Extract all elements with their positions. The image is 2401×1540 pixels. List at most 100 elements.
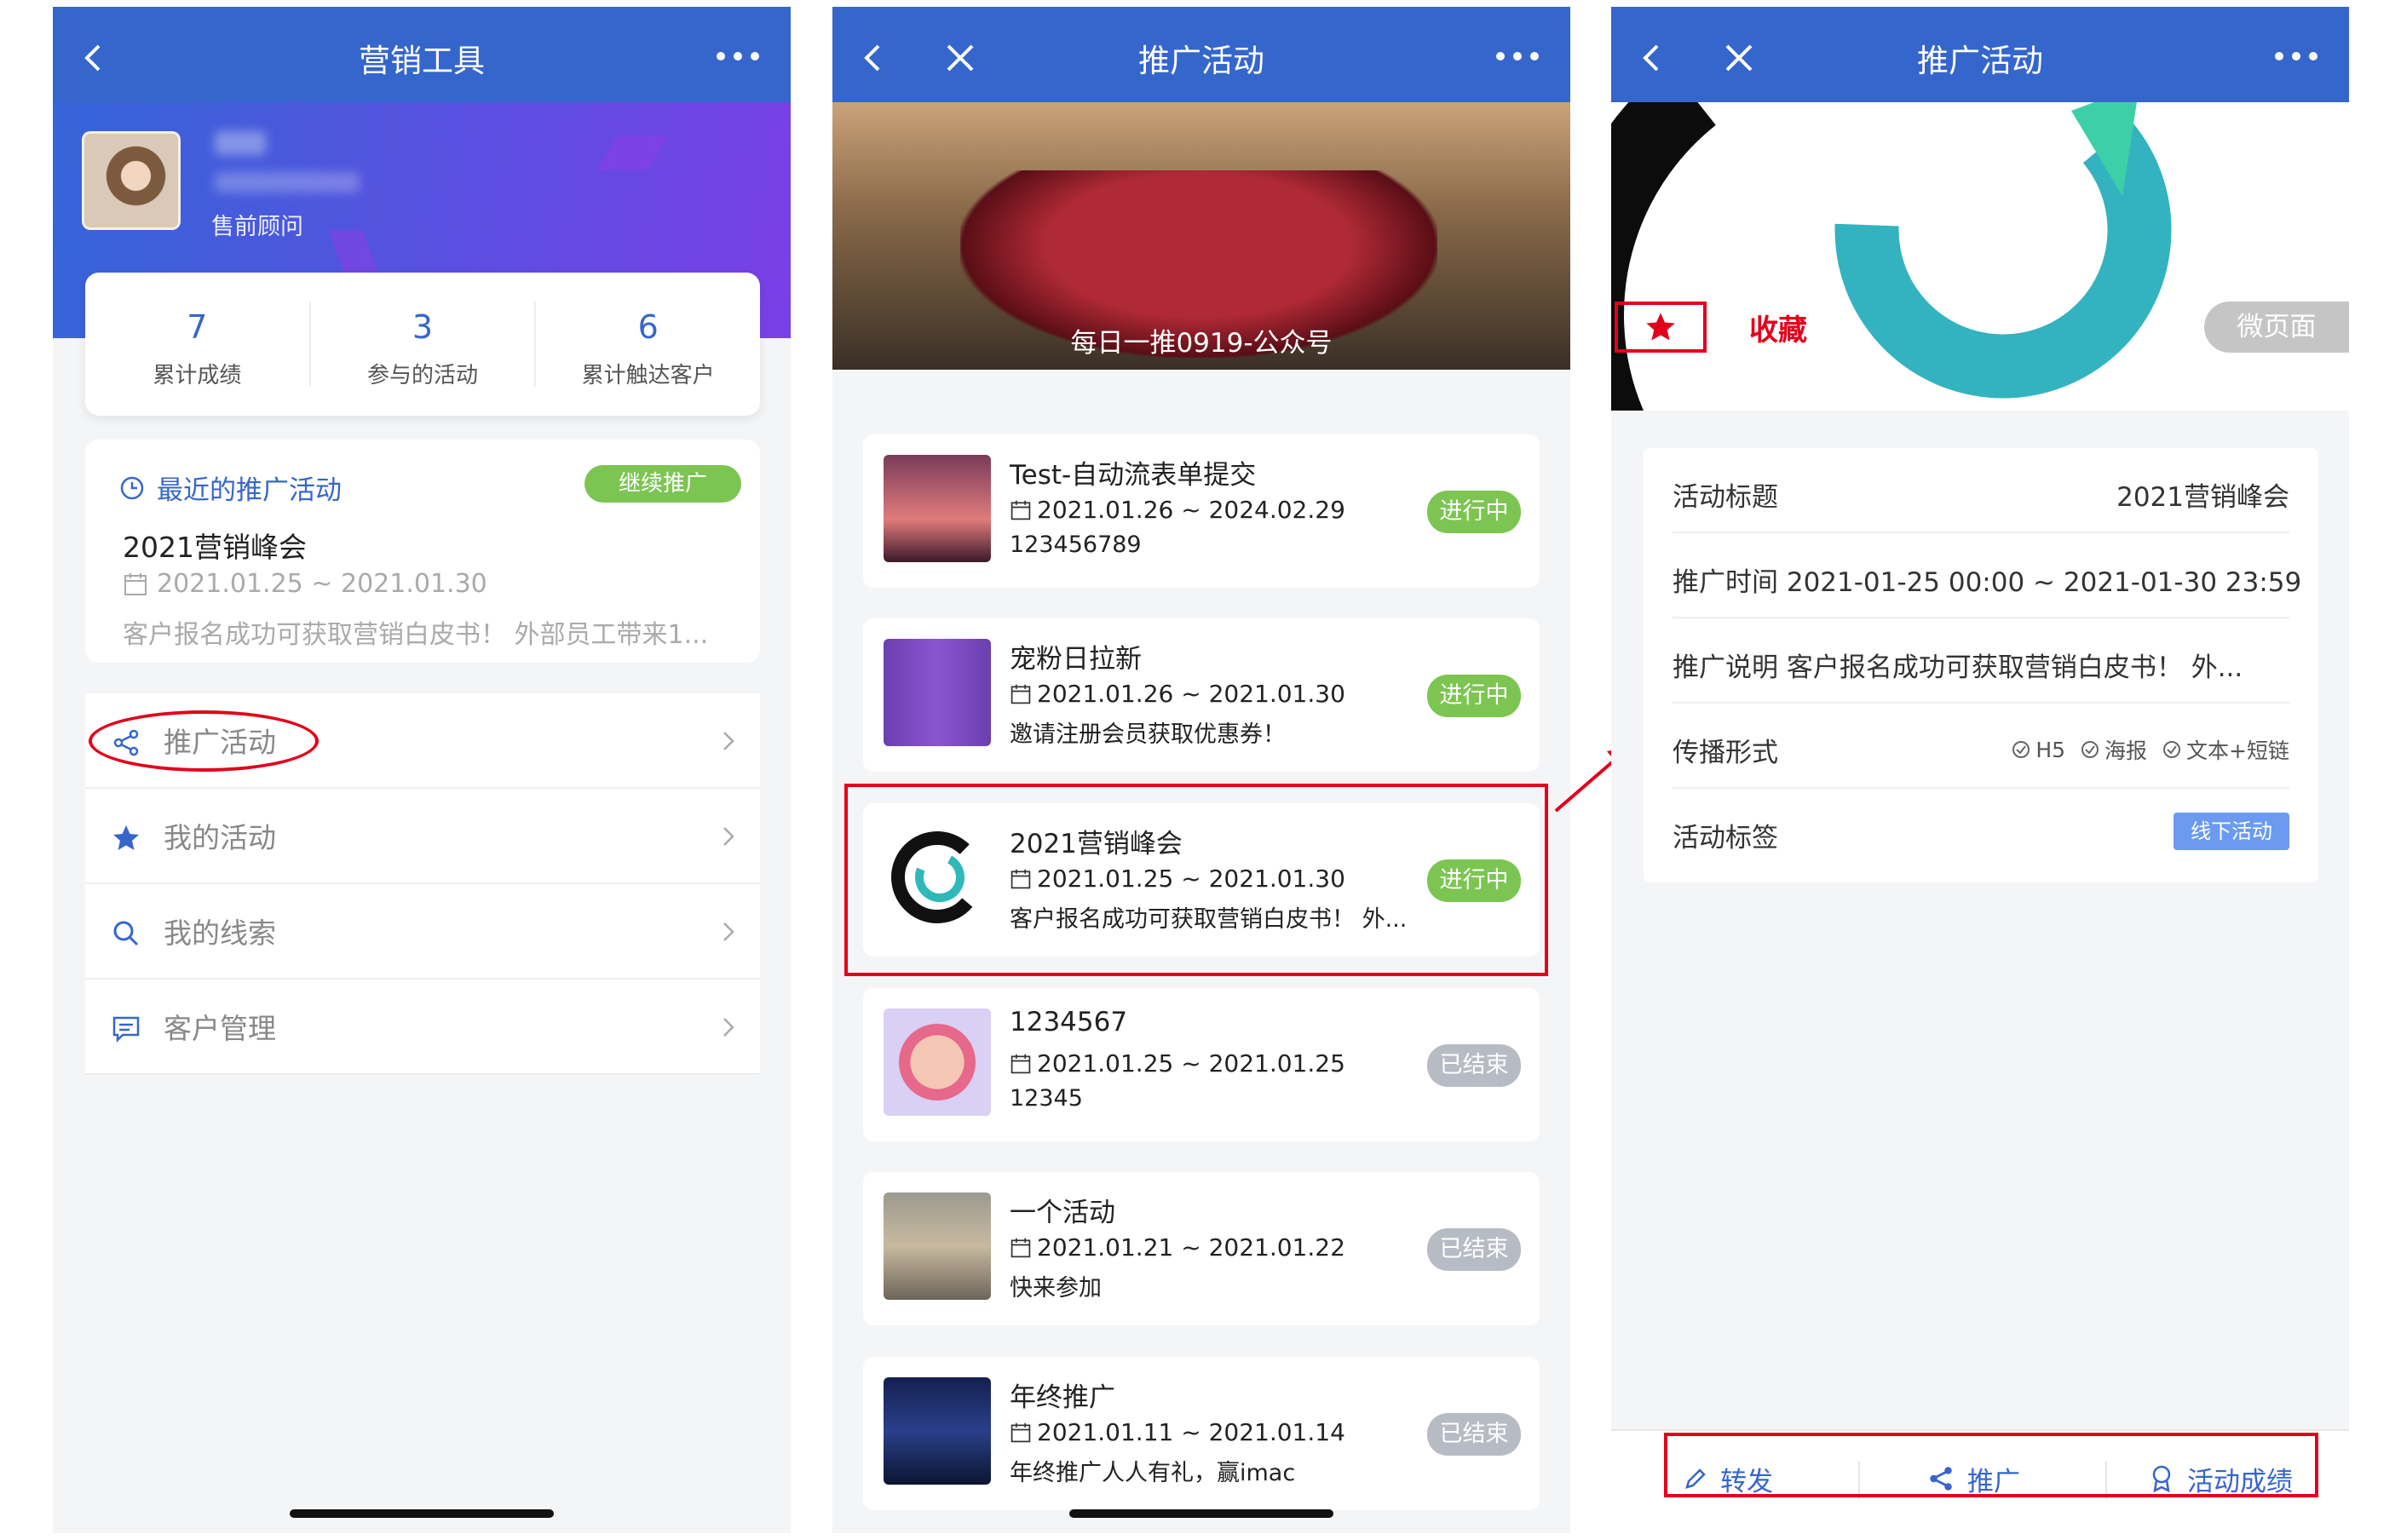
detail-row-title: 活动标题 2021营销峰会 [1673,448,2289,533]
format-list: H5 海报 文本+短链 [2012,734,2289,765]
home-indicator [1069,1509,1333,1518]
recent-heading: 最近的推广活动 [119,468,342,507]
calendar-icon [1010,684,1031,704]
stat-results[interactable]: 7 累计成绩 [85,302,311,388]
status-badge: 已结束 [1427,1413,1521,1456]
recent-date: 2021.01.25 ~ 2021.01.30 [123,569,487,599]
calendar-icon [1010,500,1031,520]
activity-thumbnail [884,455,991,562]
calendar-icon [1010,1054,1031,1073]
menu-item-promotion[interactable]: 推广活动 [85,693,760,789]
stats-card: 7 累计成绩 3 参与的活动 6 累计触达客户 [85,273,760,416]
stat-value: 6 [637,308,659,346]
menu-list: 推广活动 我的活动 我的线索 客户管理 [85,693,760,1075]
calendar-icon [124,572,147,595]
format-label: 文本+短链 [2186,738,2289,763]
detail-value: 2021营销峰会 [2116,482,2289,513]
check-circle-icon [2012,741,2030,758]
activity-date: 2021.01.21 ~ 2021.01.22 [1010,1233,1345,1261]
highlight-box [844,784,1548,976]
more-icon[interactable] [2272,46,2320,66]
activity-date: 2021.01.26 ~ 2024.02.29 [1010,496,1345,524]
detail-key: 活动标题 [1673,482,1778,513]
detail-time: 推广时间 2021-01-25 00:00 ~ 2021-01-30 23:59 [1673,567,2302,598]
user-desc [215,172,360,192]
menu-label: 我的线索 [164,917,276,950]
menu-item-customers[interactable]: 客户管理 [85,980,760,1075]
recent-name: 2021营销峰会 [123,531,307,564]
highlight-oval [89,710,319,772]
detail-row-desc: 推广说明 客户报名成功可获取营销白皮书！ 外... [1673,618,2289,704]
chevron-right-icon [723,732,734,750]
avatar[interactable] [82,131,181,230]
star-icon [113,825,139,850]
check-circle-icon [2081,741,2099,758]
activity-card[interactable]: 年终推广 2021.01.11 ~ 2021.01.14 年终推广人人有礼，赢i… [863,1357,1540,1510]
menu-item-my-leads[interactable]: 我的线索 [85,884,760,980]
status-badge: 进行中 [1427,491,1521,533]
more-icon[interactable] [1494,46,1541,66]
format-label: 海报 [2104,738,2148,763]
star-icon [1646,313,1675,341]
activity-cover [1611,102,2349,411]
favorite-label: 收藏 [1749,313,1807,348]
activity-thumbnail [884,1008,991,1116]
status-badge: 已结束 [1427,1044,1521,1087]
activity-date-text: 2021.01.26 ~ 2021.01.30 [1037,680,1345,708]
stat-customers[interactable]: 6 累计触达客户 [536,302,760,388]
activity-date-text: 2021.01.26 ~ 2024.02.29 [1037,496,1345,524]
activity-card[interactable]: 一个活动 2021.01.21 ~ 2021.01.22 快来参加 已结束 [863,1172,1540,1325]
activity-card[interactable]: Test-自动流表单提交 2021.01.26 ~ 2024.02.29 123… [863,434,1540,588]
favorite-button[interactable] [1615,302,1707,353]
detail-key: 传播形式 [1673,738,1778,768]
menu-item-my-activities[interactable]: 我的活动 [85,789,760,884]
activity-desc: 邀请注册会员获取优惠券！ [1010,721,1286,748]
activity-date: 2021.01.25 ~ 2021.01.25 [1010,1049,1345,1077]
status-badge: 进行中 [1427,675,1521,717]
activity-date-text: 2021.01.25 ~ 2021.01.25 [1037,1049,1345,1077]
promotion-list-screen: 推广活动 每日一推0919-公众号 Test-自动流表单提交 2021.01.2… [832,7,1570,1533]
continue-promote-button[interactable]: 继续推广 [584,465,741,503]
detail-row-tag: 活动标签 线下活动 [1673,789,2289,874]
activity-date: 2021.01.26 ~ 2021.01.30 [1010,680,1345,708]
chevron-right-icon [723,827,734,846]
stat-label: 累计触达客户 [581,363,715,388]
recent-activity-card[interactable]: 最近的推广活动 继续推广 2021营销峰会 2021.01.25 ~ 2021.… [85,440,760,663]
format-option: 文本+短链 [2162,734,2289,765]
stat-value: 3 [412,308,434,346]
bottom-action-bar: 转发 推广 活动成绩 [1611,1429,2349,1533]
activity-date: 2021.01.11 ~ 2021.01.14 [1010,1418,1345,1446]
stat-label: 累计成绩 [153,363,242,388]
stat-activities[interactable]: 3 参与的活动 [311,302,537,388]
calendar-icon [1010,1238,1031,1257]
detail-row-time: 推广时间 2021-01-25 00:00 ~ 2021-01-30 23:59 [1673,533,2301,618]
home-indicator [290,1509,554,1518]
activity-date-text: 2021.01.11 ~ 2021.01.14 [1037,1418,1345,1446]
promotion-detail-screen: 推广活动 收藏 微页面 活动标题 2021营销峰会 推广时间 2021-01-25… [1611,7,2349,1533]
activity-thumbnail [884,1377,991,1485]
menu-label: 客户管理 [164,1012,276,1045]
detail-row-format: 传播形式 H5 海报 文本+短链 [1673,704,2289,789]
featured-banner[interactable]: 每日一推0919-公众号 [832,102,1570,370]
format-option: H5 [2012,734,2065,765]
activity-card[interactable]: 1234567 2021.01.25 ~ 2021.01.25 12345 已结… [863,988,1540,1141]
user-role: 售前顾问 [211,214,303,240]
nav-bar: 推广活动 [832,7,1570,102]
more-icon[interactable] [714,46,762,66]
detail-key: 活动标签 [1673,823,1778,853]
activity-desc: 12345 [1010,1085,1083,1112]
recent-heading-text: 最近的推广活动 [157,475,342,506]
marketing-tools-screen: 营销工具 售前顾问 7 累计成绩 3 参与的活动 6 累计触达客户 最近的推广活动 继… [53,7,791,1533]
recent-date-text: 2021.01.25 ~ 2021.01.30 [157,569,487,599]
page-title: 营销工具 [359,43,485,79]
user-name [215,131,266,155]
activity-name: 宠粉日拉新 [1010,644,1142,675]
activity-name: 1234567 [1010,1007,1128,1037]
stat-label: 参与的活动 [367,363,479,388]
activity-name: Test-自动流表单提交 [1010,460,1257,491]
activity-name: 一个活动 [1010,1198,1115,1228]
micro-page-button[interactable]: 微页面 [2204,302,2349,353]
detail-desc: 推广说明 客户报名成功可获取营销白皮书！ 外... [1673,652,2243,683]
activity-card[interactable]: 宠粉日拉新 2021.01.26 ~ 2021.01.30 邀请注册会员获取优惠… [863,618,1540,772]
activity-thumbnail [884,639,991,746]
